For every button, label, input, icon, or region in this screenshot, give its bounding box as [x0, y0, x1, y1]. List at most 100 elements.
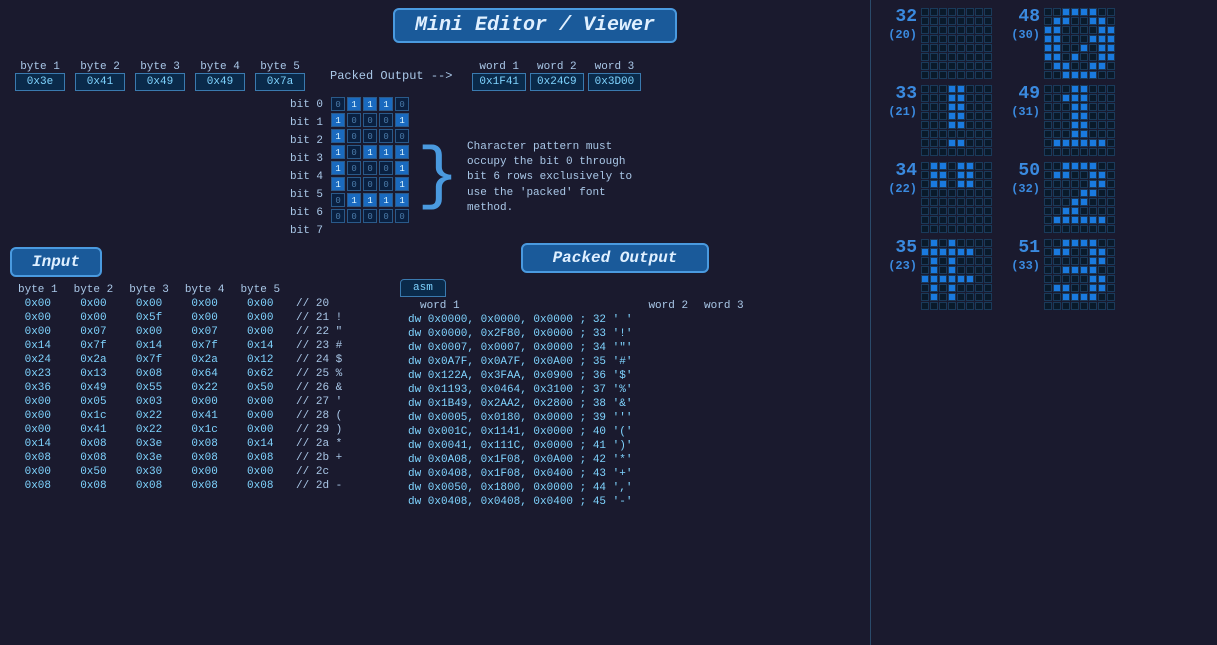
bit-label-0: bit 0 [290, 97, 327, 113]
title-box: Mini Editor / Viewer [393, 8, 677, 43]
brace-icon: } [417, 143, 459, 213]
bit-cell-2-2: 0 [363, 129, 377, 143]
bit-cell-7-1: 0 [347, 209, 361, 223]
table-row: dw 0x0408, 0x0408, 0x0400 ; 45 '-' [400, 495, 752, 509]
output-table: word 1 word 2 word 3 dw 0x0000, 0x0000, … [400, 299, 752, 509]
input-tbody: 0x000x000x000x000x00// 200x000x000x5f0x0… [10, 297, 350, 493]
table-row: dw 0x0050, 0x1800, 0x0000 ; 44 ',' [400, 481, 752, 495]
bit-label-1: bit 1 [290, 115, 327, 131]
left-panel: Mini Editor / Viewer byte 1 0x3e byte 2 … [0, 0, 870, 645]
bit-cell-4-4: 1 [395, 161, 409, 175]
word-col-2: word 2 0x24C9 [530, 61, 584, 91]
bit-label-6: bit 6 [290, 205, 327, 221]
bit-cell-0-3: 1 [379, 97, 393, 111]
output-tbody: dw 0x0000, 0x0000, 0x0000 ; 32 ' 'dw 0x0… [400, 313, 752, 509]
bit-label-7: bit 7 [290, 223, 327, 239]
bit-label-5: bit 5 [290, 187, 327, 203]
char-block: 50(32) [1000, 162, 1115, 233]
table-row: dw 0x1193, 0x0464, 0x3100 ; 37 '%' [400, 383, 752, 397]
bit-cell-1-3: 0 [379, 113, 393, 127]
bit-cell-1-2: 0 [363, 113, 377, 127]
bit-cell-3-3: 1 [379, 145, 393, 159]
bit-label-4: bit 4 [290, 169, 327, 185]
bit-cell-1-1: 0 [347, 113, 361, 127]
bit-cell-0-0: 0 [331, 97, 345, 111]
bit-cell-0-1: 1 [347, 97, 361, 111]
bit-cell-3-2: 1 [363, 145, 377, 159]
bit-grid-area: bit 0 bit 1 bit 2 bit 3 bit 4 bit 5 bit 6 bit 7… [10, 97, 860, 239]
table-row: 0x140x080x3e0x080x14// 2a * [10, 437, 350, 451]
table-row: dw 0x122A, 0x3FAA, 0x0900 ; 36 '$' [400, 369, 752, 383]
char-block: 34(22) [877, 162, 992, 233]
input-section: Input byte 1 byte 2 byte 3 byte 4 byte 5 [10, 243, 380, 509]
bit-label-3: bit 3 [290, 151, 327, 167]
asm-tab[interactable]: asm [400, 279, 446, 297]
table-row: 0x000x500x300x000x00// 2c [10, 465, 350, 479]
bit-cell-6-3: 1 [379, 193, 393, 207]
packed-output-arrow: Packed Output --> [330, 69, 452, 83]
table-row: 0x240x2a0x7f0x2a0x12// 24 $ [10, 353, 350, 367]
bit-cell-5-0: 1 [331, 177, 345, 191]
table-row: 0x140x7f0x140x7f0x14// 23 # [10, 339, 350, 353]
bit-cell-6-2: 1 [363, 193, 377, 207]
table-row: dw 0x001C, 0x1141, 0x0000 ; 40 '(' [400, 425, 752, 439]
bit-row-7: 00000 [331, 209, 409, 223]
bit-cell-7-0: 0 [331, 209, 345, 223]
word-col-1: word 1 0x1F41 [472, 61, 526, 91]
table-row: dw 0x1B49, 0x2AA2, 0x2800 ; 38 '&' [400, 397, 752, 411]
bit-row-2: 10000 [331, 129, 409, 143]
input-table: byte 1 byte 2 byte 3 byte 4 byte 5 0x000… [10, 283, 350, 493]
table-row: 0x230x130x080x640x62// 25 % [10, 367, 350, 381]
table-row: dw 0x0408, 0x1F08, 0x0400 ; 43 '+' [400, 467, 752, 481]
brace-text: Character pattern must occupy the bit 0 … [467, 140, 647, 217]
bit-row-4: 10001 [331, 161, 409, 175]
bit-cell-4-1: 0 [347, 161, 361, 175]
bit-row-5: 10001 [331, 177, 409, 191]
table-row: dw 0x0000, 0x0000, 0x0000 ; 32 ' ' [400, 313, 752, 327]
bit-cell-0-4: 0 [395, 97, 409, 111]
bit-cell-7-4: 0 [395, 209, 409, 223]
bit-row-3: 10111 [331, 145, 409, 159]
packed-output-label: Packed Output [553, 249, 678, 267]
bit-cell-3-4: 1 [395, 145, 409, 159]
bit-row-1: 10001 [331, 113, 409, 127]
bit-cell-6-4: 1 [395, 193, 409, 207]
bit-cell-2-0: 1 [331, 129, 345, 143]
table-row: dw 0x0000, 0x2F80, 0x0000 ; 33 '!' [400, 327, 752, 341]
bit-row-6: 01111 [331, 193, 409, 207]
brace-area: } Character pattern must occupy the bit … [417, 117, 647, 239]
word-group: word 1 0x1F41 word 2 0x24C9 word 3 0x3D0… [472, 61, 641, 91]
table-row: 0x080x080x3e0x080x08// 2b + [10, 451, 350, 465]
bit-cell-4-0: 1 [331, 161, 345, 175]
byte-col-2: byte 2 0x41 [70, 61, 130, 91]
char-block: 51(33) [1000, 239, 1115, 310]
bit-row-0: 01110 [331, 97, 409, 111]
bit-cell-5-3: 0 [379, 177, 393, 191]
byte-col-4: byte 4 0x49 [190, 61, 250, 91]
output-section: Packed Output asm word 1 word 2 word 3 d… [400, 243, 830, 509]
input-label: Input [32, 253, 80, 271]
table-row: 0x000x000x000x000x00// 20 [10, 297, 350, 311]
input-label-box: Input [10, 247, 102, 277]
byte-col-5: byte 5 0x7a [250, 61, 310, 91]
byte-col-3: byte 3 0x49 [130, 61, 190, 91]
bit-cell-5-2: 0 [363, 177, 377, 191]
packed-output-label-box: Packed Output [521, 243, 710, 273]
main-container: Mini Editor / Viewer byte 1 0x3e byte 2 … [0, 0, 1217, 645]
bit-cell-2-4: 0 [395, 129, 409, 143]
bit-cell-6-1: 1 [347, 193, 361, 207]
bit-label-2: bit 2 [290, 133, 327, 149]
char-block: 35(23) [877, 239, 992, 310]
table-row: dw 0x0A7F, 0x0A7F, 0x0A00 ; 35 '#' [400, 355, 752, 369]
bit-cell-5-4: 1 [395, 177, 409, 191]
bit-cell-4-3: 0 [379, 161, 393, 175]
bit-cell-4-2: 0 [363, 161, 377, 175]
bit-cell-6-0: 0 [331, 193, 345, 207]
bit-cell-1-4: 1 [395, 113, 409, 127]
table-row: 0x000x050x030x000x00// 27 ' [10, 395, 350, 409]
bit-cell-1-0: 1 [331, 113, 345, 127]
word-col-3: word 3 0x3D00 [588, 61, 642, 91]
char-block: 49(31) [1000, 85, 1115, 156]
char-block: 48(30) [1000, 8, 1115, 79]
bit-cell-3-1: 0 [347, 145, 361, 159]
